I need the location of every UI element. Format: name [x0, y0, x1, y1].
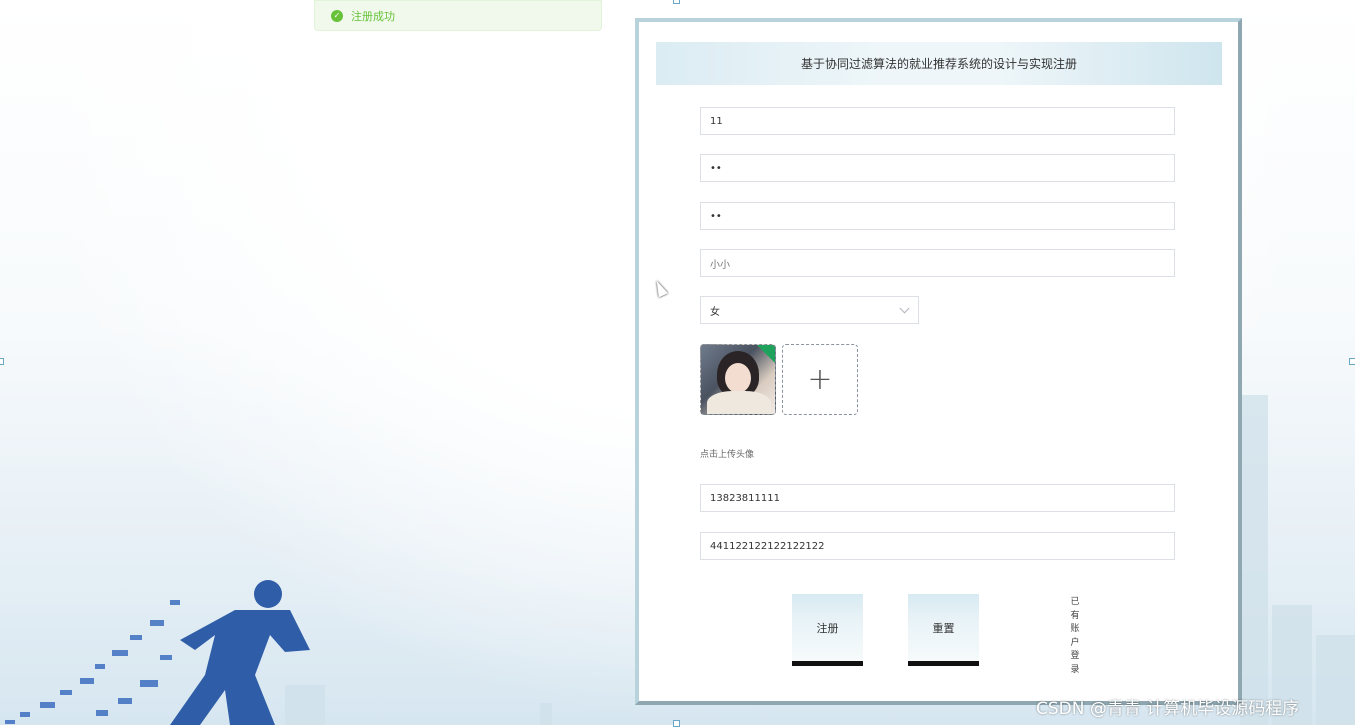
resize-handle	[1349, 358, 1355, 365]
city-building-silhouette	[1316, 635, 1355, 725]
resize-handle	[673, 720, 680, 727]
resize-handle	[0, 358, 4, 365]
reset-button[interactable]: 重置	[908, 594, 979, 666]
chevron-down-icon	[899, 303, 910, 313]
plus-icon: +	[807, 362, 833, 397]
resize-handle	[673, 0, 680, 4]
runner-illustration	[5, 580, 310, 725]
avatar-corner	[757, 345, 775, 363]
success-toast: ✓ 注册成功	[314, 0, 602, 31]
id-card-input[interactable]: 441122122122122122	[700, 532, 1175, 560]
account-input[interactable]: 11	[700, 107, 1175, 135]
check-circle-icon: ✓	[331, 9, 343, 22]
gender-select[interactable]: 女	[700, 296, 919, 324]
register-panel: 基于协同过滤算法的就业推荐系统的设计与实现注册 11 •• •• 小小 女 + …	[635, 18, 1242, 705]
toast-text: 注册成功	[351, 9, 395, 23]
avatar-body	[707, 391, 771, 414]
city-building-silhouette	[1240, 395, 1268, 725]
phone-input[interactable]: 13823811111	[700, 484, 1175, 512]
avatar-preview[interactable]	[700, 344, 776, 415]
gender-select-value: 女	[710, 306, 720, 318]
password-input[interactable]: ••	[700, 154, 1175, 182]
login-link[interactable]: 已有账户登录	[1069, 596, 1081, 677]
avatar-hint: 点击上传头像	[700, 450, 755, 460]
form-title: 基于协同过滤算法的就业推荐系统的设计与实现注册	[656, 42, 1222, 85]
city-building-silhouette	[540, 703, 552, 725]
name-input[interactable]: 小小	[700, 249, 1175, 277]
watermark: CSDN @青青 计算机毕设源码程序	[1036, 699, 1300, 719]
register-button[interactable]: 注册	[792, 594, 863, 666]
avatar-upload-button[interactable]: +	[782, 344, 858, 415]
avatar-face	[725, 363, 751, 393]
confirm-password-input[interactable]: ••	[700, 202, 1175, 230]
